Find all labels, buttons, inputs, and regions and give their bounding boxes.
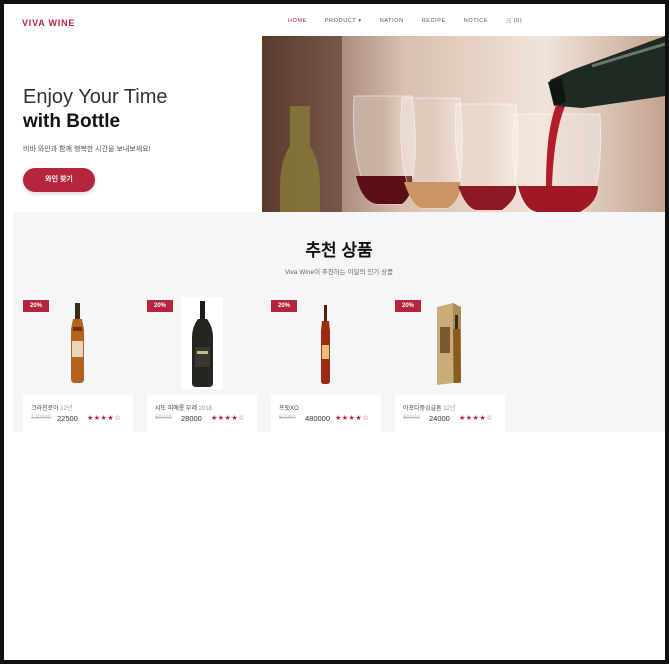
product-card[interactable]: 20% 프릿XO 60000 480000 ★★★★☆ [271,297,381,432]
sale-price: 24000 [429,414,450,423]
discount-badge: 20% [271,300,297,312]
product-image[interactable]: 20% [395,297,505,391]
find-wine-button[interactable]: 와인 찾기 [23,168,95,192]
rating-stars: ★★★★☆ [87,415,121,422]
product-name-text: 크라천로아 [31,406,61,412]
product-name-text: 프릿XO [279,406,299,412]
product-name[interactable]: 샤또 피에롱 부레 2018 [155,403,212,412]
hero-subtitle: 비바 와인과 함께 행복한 시간을 보내보세요! [23,146,151,153]
original-price: 60000 [279,415,296,421]
site-logo[interactable]: VIVA WINE [22,18,75,28]
sale-price: 480000 [305,414,331,423]
wine-glasses-illustration [262,36,665,212]
rating-stars: ★★★★☆ [211,415,245,422]
product-year: 2018 [198,406,213,412]
hero-headline: Enjoy Your Time [23,86,168,108]
sale-price: 28000 [181,414,202,423]
hero-image [262,36,665,212]
product-info: 아포타중싱글톤 12년 90000 24000 ★★★★☆ [395,395,505,432]
original-price: 90000 [403,415,420,421]
original-price: 120000 [31,415,52,421]
discount-badge: 20% [23,300,49,312]
sale-price: 22500 [57,414,78,423]
nav-nation[interactable]: NATION [380,18,404,24]
top-nav: VIVA WINE HOME PRODUCT ▾ NATION RECIPE N… [4,4,665,38]
product-name-text: 아포타중싱글톤 [403,406,444,412]
original-price: 50000 [155,415,172,421]
product-year: 12년 [443,406,456,412]
rating-stars: ★★★★☆ [335,415,369,422]
product-image[interactable]: 20% [23,297,133,391]
product-year: 12년 [60,406,73,412]
nav-product[interactable]: PRODUCT ▾ [325,18,362,24]
product-info: 샤또 피에롱 부레 2018 50000 28000 ★★★★☆ [147,395,257,432]
product-image[interactable]: 20% [147,297,257,391]
section-title: 추천 상품 [305,241,373,260]
nav-recipe[interactable]: RECIPE [422,18,446,24]
discount-badge: 20% [395,300,421,312]
product-name[interactable]: 크라천로아 12년 [31,403,72,412]
nav-home[interactable]: HOME [288,18,307,24]
hero-text-panel: Enjoy Your Time with Bottle 비바 와인과 함께 행복… [4,38,262,214]
product-card[interactable]: 20% 아포타중싱글톤 12년 90000 24000 ★★★★☆ [395,297,505,432]
product-name-text: 샤또 피에롱 부레 [155,406,199,412]
product-info: 크라천로아 12년 120000 22500 ★★★★☆ [23,395,133,432]
product-card[interactable]: 20% 크라천로아 12년 120000 22500 ★★★★☆ [23,297,133,432]
product-name[interactable]: 아포타중싱글톤 12년 [403,403,456,412]
rating-stars: ★★★★☆ [459,415,493,422]
nav-notice[interactable]: NOTICE [464,18,488,24]
discount-badge: 20% [147,300,173,312]
section-subtitle: Viva Wine이 추천하는 이달의 인기 상품 [284,269,394,276]
page: VIVA WINE HOME PRODUCT ▾ NATION RECIPE N… [0,0,669,664]
product-name[interactable]: 프릿XO [279,403,299,412]
recommended-section: 추천 상품 Viva Wine이 추천하는 이달의 인기 상품 20% 크라천로… [13,212,665,432]
product-card[interactable]: 20% 샤또 피에롱 부레 2018 50000 28000 ★★★★☆ [147,297,257,432]
hero-headline-bold: with Bottle [23,111,121,132]
product-image[interactable]: 20% [271,297,381,391]
nav-cart[interactable]: 🛒(0) [506,18,522,24]
main-menu: HOME PRODUCT ▾ NATION RECIPE NOTICE 🛒(0) [288,18,540,24]
product-info: 프릿XO 60000 480000 ★★★★☆ [271,395,381,432]
